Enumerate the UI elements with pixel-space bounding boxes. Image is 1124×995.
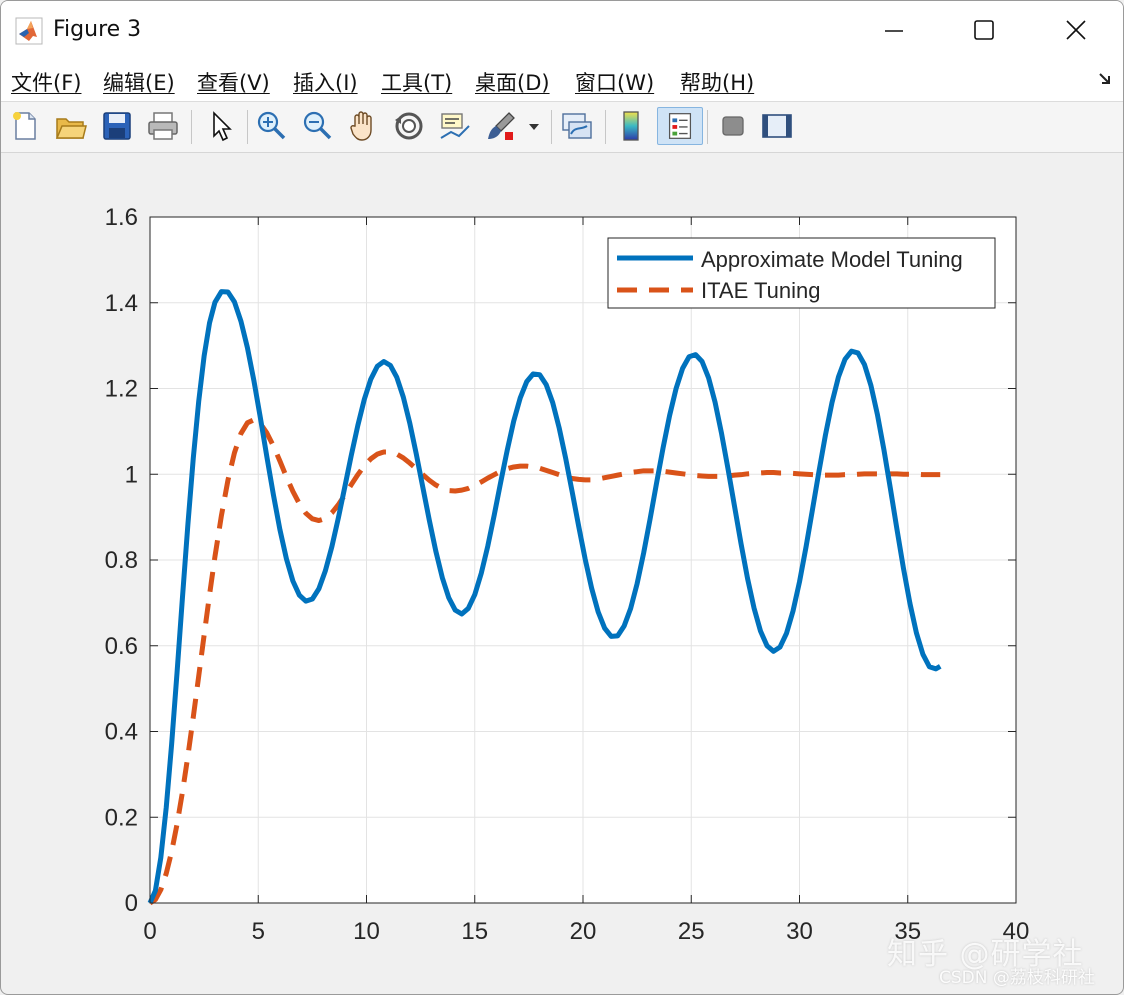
show-plot-tools-icon[interactable] <box>759 108 795 144</box>
open-file-icon[interactable] <box>53 108 89 144</box>
colorbar-icon[interactable] <box>613 108 649 144</box>
x-tick-label: 20 <box>570 918 597 945</box>
figure-window: Figure 3 文件(F) 编辑(E) 查看(V) 插入(I) 工具(T) 桌… <box>0 0 1124 995</box>
menu-bar: 文件(F) 编辑(E) 查看(V) 插入(I) 工具(T) 桌面(D) 窗口(W… <box>1 59 1123 102</box>
x-tick-label: 15 <box>461 918 488 945</box>
print-icon[interactable] <box>145 108 181 144</box>
legend-label-itae-tuning: ITAE Tuning <box>701 278 820 303</box>
maximize-icon[interactable] <box>961 9 1007 53</box>
x-tick-label: 10 <box>353 918 380 945</box>
legend-label-approximate-model-tuning: Approximate Model Tuning <box>701 247 963 272</box>
y-tick-label: 1 <box>125 461 138 488</box>
toolbar-separator <box>191 110 192 144</box>
menu-window[interactable]: 窗口(W) <box>575 67 654 97</box>
x-tick-label: 0 <box>143 918 156 945</box>
pan-hand-icon[interactable] <box>345 108 381 144</box>
x-tick-label: 5 <box>252 918 265 945</box>
toolbar-separator <box>605 110 606 144</box>
y-tick-label: 0 <box>125 890 138 917</box>
zoom-out-icon[interactable] <box>299 108 335 144</box>
y-tick-label: 0.2 <box>105 804 138 831</box>
legend-icon[interactable] <box>657 107 703 145</box>
select-arrow-icon[interactable] <box>203 108 239 144</box>
dock-arrow-icon[interactable] <box>1097 71 1113 87</box>
menu-insert[interactable]: 插入(I) <box>293 67 358 97</box>
menu-file[interactable]: 文件(F) <box>11 67 81 97</box>
matlab-logo-icon <box>15 17 43 45</box>
y-tick-label: 0.8 <box>105 547 138 574</box>
menu-tools[interactable]: 工具(T) <box>381 67 452 97</box>
menu-desktop[interactable]: 桌面(D) <box>475 67 550 97</box>
y-tick-label: 1.6 <box>105 204 138 231</box>
rotate-3d-icon[interactable] <box>391 108 427 144</box>
chevron-down-icon[interactable] <box>523 108 545 144</box>
brush-icon[interactable] <box>483 108 519 144</box>
minimize-icon[interactable] <box>871 9 917 53</box>
close-icon[interactable] <box>1053 9 1099 53</box>
y-tick-label: 1.2 <box>105 376 138 403</box>
y-tick-label: 0.4 <box>105 719 138 746</box>
menu-view[interactable]: 查看(V) <box>197 67 270 97</box>
x-tick-label: 30 <box>786 918 813 945</box>
window-title: Figure 3 <box>53 17 142 42</box>
data-cursor-icon[interactable] <box>437 108 473 144</box>
toolbar <box>1 102 1123 153</box>
legend[interactable]: Approximate Model Tuning ITAE Tuning <box>607 237 996 309</box>
y-tick-labels: 0 0.2 0.4 0.6 0.8 1 1.2 1.4 1.6 <box>105 204 138 917</box>
plot-area: 0 5 10 15 20 25 30 35 40 0 0.2 0.4 0.6 0.8 1 1.2 1.4 1.6… <box>1 153 1124 995</box>
toolbar-separator <box>707 110 708 144</box>
menu-help[interactable]: 帮助(H) <box>680 67 754 97</box>
y-tick-label: 0.6 <box>105 633 138 660</box>
y-tick-label: 1.4 <box>105 290 138 317</box>
title-bar[interactable]: Figure 3 <box>1 1 1123 59</box>
watermark-csdn: CSDN @荔枝科研社 <box>939 968 1095 988</box>
link-plot-icon[interactable] <box>559 108 595 144</box>
hide-plot-tools-icon[interactable] <box>715 108 751 144</box>
x-tick-label: 25 <box>678 918 705 945</box>
zoom-in-icon[interactable] <box>253 108 289 144</box>
toolbar-separator <box>247 110 248 144</box>
line-chart[interactable]: 0 5 10 15 20 25 30 35 40 00.20.40.60.811.21.41.6… <box>1 153 1124 995</box>
new-figure-icon[interactable] <box>7 108 43 144</box>
save-icon[interactable] <box>99 108 135 144</box>
menu-edit[interactable]: 编辑(E) <box>103 67 175 97</box>
toolbar-separator <box>551 110 552 144</box>
